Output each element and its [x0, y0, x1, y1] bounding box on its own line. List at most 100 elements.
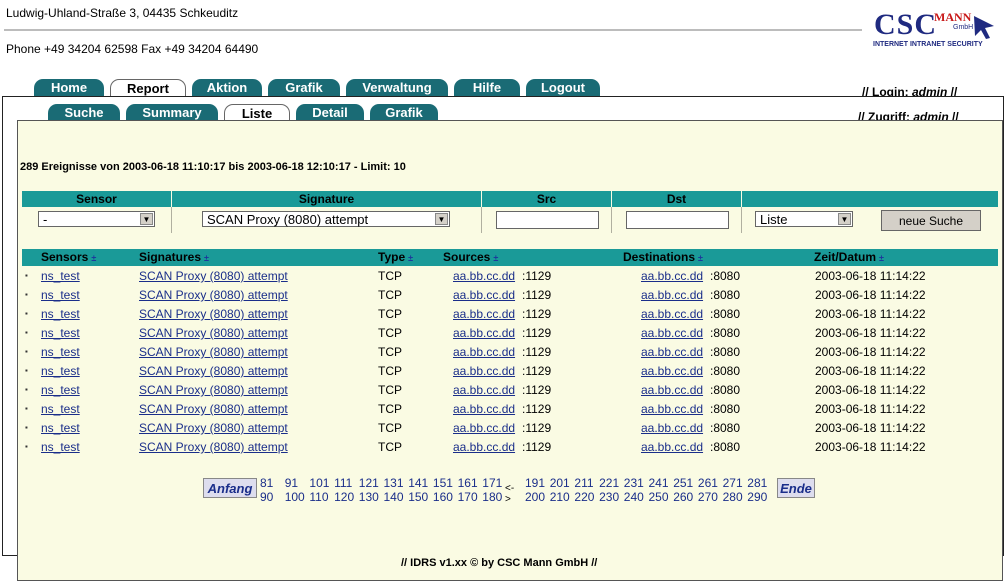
source-link[interactable]: aa.bb.cc.dd	[453, 383, 515, 397]
tab-hilfe[interactable]: Hilfe	[454, 79, 520, 96]
results-body: ▪ ns_test SCAN Proxy (8080) attempt TCP aa.b…	[22, 266, 998, 456]
tab-aktion[interactable]: Aktion	[192, 79, 262, 96]
signature-link[interactable]: SCAN Proxy (8080) attempt	[139, 402, 288, 416]
sensor-link[interactable]: ns_test	[41, 345, 80, 359]
signature-select[interactable]: SCAN Proxy (8080) attempt ▼	[202, 211, 450, 227]
destination-link[interactable]: aa.bb.cc.dd	[641, 402, 703, 416]
page-link-start: 141	[408, 476, 429, 490]
pager-first-button[interactable]: Anfang	[203, 478, 257, 498]
source-port: :1129	[522, 307, 552, 321]
view-select[interactable]: Liste ▼	[755, 211, 853, 227]
destination-link[interactable]: aa.bb.cc.dd	[641, 383, 703, 397]
sensor-link[interactable]: ns_test	[41, 307, 80, 321]
page-link-end: 250	[648, 490, 669, 504]
page-link-end: 280	[722, 490, 743, 504]
col-sources[interactable]: Sources ±	[443, 250, 498, 264]
src-input[interactable]	[496, 211, 599, 229]
sensor-link[interactable]: ns_test	[41, 421, 80, 435]
sensor-select[interactable]: - ▼	[38, 211, 155, 227]
sensor-link[interactable]: ns_test	[41, 269, 80, 283]
source-port: :1129	[522, 421, 552, 435]
chevron-down-icon: ▼	[435, 213, 448, 225]
destination-link[interactable]: aa.bb.cc.dd	[641, 307, 703, 321]
dst-input[interactable]	[626, 211, 729, 229]
sensor-link[interactable]: ns_test	[41, 402, 80, 416]
bullet-icon: ▪	[25, 442, 28, 451]
sensor-link[interactable]: ns_test	[41, 440, 80, 454]
signature-link[interactable]: SCAN Proxy (8080) attempt	[139, 364, 288, 378]
sort-icon[interactable]: ±	[879, 253, 884, 263]
destination-port: :8080	[710, 402, 741, 416]
signature-link[interactable]: SCAN Proxy (8080) attempt	[139, 288, 288, 302]
destination-link[interactable]: aa.bb.cc.dd	[641, 345, 703, 359]
source-link[interactable]: aa.bb.cc.dd	[453, 345, 515, 359]
table-row: ▪ ns_test SCAN Proxy (8080) attempt TCP aa.b…	[22, 399, 998, 418]
destination-link[interactable]: aa.bb.cc.dd	[641, 326, 703, 340]
bullet-icon: ▪	[25, 423, 28, 432]
page-link-end: 90	[260, 490, 274, 504]
page-link-end: 230	[599, 490, 620, 504]
company-phone: Phone +49 34204 62598 Fax +49 34204 6449…	[6, 42, 259, 56]
filter-header-dst: Dst	[612, 191, 742, 207]
sort-icon[interactable]: ±	[493, 253, 498, 263]
source-port: :1129	[522, 364, 552, 378]
new-search-button[interactable]: neue Suche	[881, 210, 981, 231]
chevron-down-icon: ▼	[140, 213, 153, 225]
source-link[interactable]: aa.bb.cc.dd	[453, 421, 515, 435]
tab-logout[interactable]: Logout	[526, 79, 600, 96]
subtab-detail[interactable]: Detail	[296, 104, 364, 121]
source-link[interactable]: aa.bb.cc.dd	[453, 364, 515, 378]
signature-link[interactable]: SCAN Proxy (8080) attempt	[139, 307, 288, 321]
source-link[interactable]: aa.bb.cc.dd	[453, 269, 515, 283]
type-cell: TCP	[378, 326, 402, 340]
bullet-icon: ▪	[25, 385, 28, 394]
destination-link[interactable]: aa.bb.cc.dd	[641, 364, 703, 378]
tab-home[interactable]: Home	[34, 79, 104, 96]
signature-link[interactable]: SCAN Proxy (8080) attempt	[139, 421, 288, 435]
signature-link[interactable]: SCAN Proxy (8080) attempt	[139, 345, 288, 359]
sort-icon[interactable]: ±	[698, 253, 703, 263]
sensor-link[interactable]: ns_test	[41, 326, 80, 340]
destination-link[interactable]: aa.bb.cc.dd	[641, 440, 703, 454]
source-link[interactable]: aa.bb.cc.dd	[453, 326, 515, 340]
source-link[interactable]: aa.bb.cc.dd	[453, 440, 515, 454]
signature-link[interactable]: SCAN Proxy (8080) attempt	[139, 269, 288, 283]
destination-link[interactable]: aa.bb.cc.dd	[641, 288, 703, 302]
tab-verwaltung[interactable]: Verwaltung	[346, 79, 448, 96]
signature-link[interactable]: SCAN Proxy (8080) attempt	[139, 383, 288, 397]
pager-separator: <->	[505, 483, 515, 505]
col-signatures[interactable]: Signatures ±	[139, 250, 209, 264]
source-link[interactable]: aa.bb.cc.dd	[453, 288, 515, 302]
destination-link[interactable]: aa.bb.cc.dd	[641, 269, 703, 283]
col-destinations[interactable]: Destinations ±	[623, 250, 703, 264]
time-cell: 2003-06-18 11:14:22	[815, 421, 926, 435]
sort-icon[interactable]: ±	[408, 253, 413, 263]
type-cell: TCP	[378, 421, 402, 435]
col-destinations-label: Destinations	[623, 250, 696, 264]
subtab-summary[interactable]: Summary	[126, 104, 218, 121]
page-link-start: 161	[457, 476, 478, 490]
col-zeit-datum[interactable]: Zeit/Datum ±	[814, 250, 884, 264]
col-sensors[interactable]: Sensors ±	[41, 250, 96, 264]
sensor-link[interactable]: ns_test	[41, 364, 80, 378]
chevron-down-icon: ▼	[838, 213, 851, 225]
source-port: :1129	[522, 326, 552, 340]
pager-last-button[interactable]: Ende	[777, 478, 815, 498]
sort-icon[interactable]: ±	[91, 253, 96, 263]
sensor-link[interactable]: ns_test	[41, 383, 80, 397]
liste-panel: 289 Ereignisse von 2003-06-18 11:10:17 b…	[17, 120, 1003, 581]
signature-link[interactable]: SCAN Proxy (8080) attempt	[139, 326, 288, 340]
source-link[interactable]: aa.bb.cc.dd	[453, 402, 515, 416]
subtab-grafik[interactable]: Grafik	[370, 104, 438, 121]
tab-grafik[interactable]: Grafik	[268, 79, 340, 96]
subtab-suche[interactable]: Suche	[48, 104, 120, 121]
signature-link[interactable]: SCAN Proxy (8080) attempt	[139, 440, 288, 454]
time-cell: 2003-06-18 11:14:22	[815, 288, 926, 302]
col-type[interactable]: Type ±	[378, 250, 413, 264]
destination-link[interactable]: aa.bb.cc.dd	[641, 421, 703, 435]
sort-icon[interactable]: ±	[204, 253, 209, 263]
filter-header-sensor: Sensor	[22, 191, 172, 207]
sensor-link[interactable]: ns_test	[41, 288, 80, 302]
source-link[interactable]: aa.bb.cc.dd	[453, 307, 515, 321]
type-cell: TCP	[378, 269, 402, 283]
